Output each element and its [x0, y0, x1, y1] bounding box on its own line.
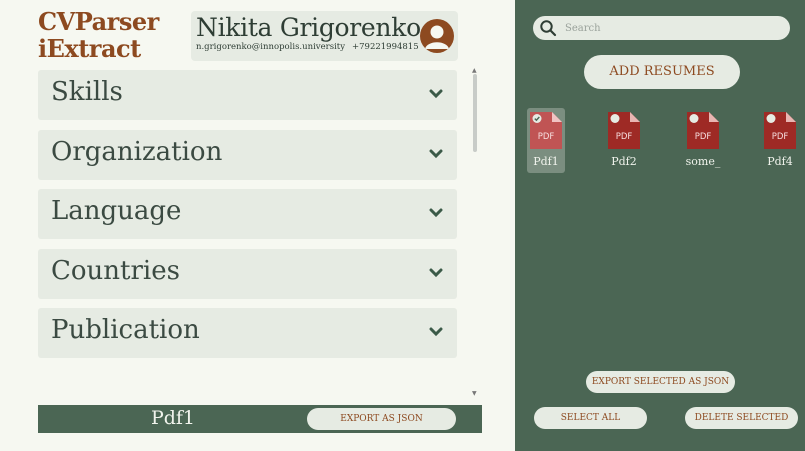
- chevron-down-icon: [429, 268, 443, 278]
- chevron-down-icon: [429, 327, 443, 337]
- section-skills[interactable]: Skills: [38, 70, 457, 120]
- chevron-down-icon: [429, 89, 443, 99]
- section-organization[interactable]: Organization: [38, 130, 457, 180]
- section-label: Organization: [51, 137, 223, 167]
- pdf-file-icon: PDF: [764, 112, 796, 149]
- export-json-button[interactable]: EXPORT AS JSON: [307, 408, 456, 430]
- search-bar: [533, 16, 790, 40]
- section-language[interactable]: Language: [38, 189, 457, 239]
- pdf-file-icon: PDF: [530, 112, 562, 149]
- file-item-pdf1[interactable]: PDF Pdf1: [527, 108, 565, 173]
- export-selected-button[interactable]: EXPORT SELECTED AS JSON: [586, 371, 735, 393]
- file-item-pdf2[interactable]: PDF Pdf2: [605, 108, 643, 173]
- pdf-file-icon: PDF: [687, 112, 719, 149]
- section-label: Countries: [51, 256, 180, 286]
- user-name: Nikita Grigorenko: [196, 13, 421, 42]
- file-label: Pdf1: [533, 155, 559, 168]
- section-label: Publication: [51, 315, 200, 345]
- profile-card: Nikita Grigorenko n.grigorenko@innopolis…: [191, 11, 458, 61]
- user-phone: +79221994815: [352, 42, 419, 52]
- pdf-badge: PDF: [616, 132, 633, 142]
- file-grid: PDF Pdf1 PDF Pdf2 PDF some_ PDF Pdf4: [515, 108, 805, 178]
- add-resumes-button[interactable]: ADD RESUMES: [584, 55, 740, 89]
- pdf-badge: PDF: [538, 132, 555, 142]
- delete-selected-button[interactable]: DELETE SELECTED: [685, 407, 798, 429]
- pdf-badge: PDF: [695, 132, 712, 142]
- file-item-some[interactable]: PDF some_: [684, 108, 722, 173]
- user-contact: n.grigorenko@innopolis.university +792219…: [196, 42, 419, 52]
- left-panel: CVParser iExtract Nikita Grigorenko n.gr…: [0, 0, 515, 451]
- scrollbar-thumb[interactable]: [473, 74, 477, 152]
- app-logo: CVParser iExtract: [38, 8, 159, 62]
- logo-line-2: iExtract: [38, 34, 141, 63]
- select-all-button[interactable]: SELECT ALL: [534, 407, 647, 429]
- chevron-down-icon: [429, 149, 443, 159]
- section-countries[interactable]: Countries: [38, 249, 457, 299]
- section-scrollbar[interactable]: ▲ ▼: [470, 68, 480, 397]
- logo-line-1: CVParser: [38, 7, 159, 36]
- file-item-pdf4[interactable]: PDF Pdf4: [761, 108, 799, 173]
- scroll-down-arrow-icon[interactable]: ▼: [472, 391, 477, 397]
- section-publication[interactable]: Publication: [38, 308, 457, 358]
- search-input[interactable]: [565, 19, 775, 37]
- pdf-file-icon: PDF: [608, 112, 640, 149]
- user-avatar-icon[interactable]: [420, 19, 454, 53]
- file-label: Pdf4: [767, 155, 793, 168]
- current-file-name: Pdf1: [150, 407, 196, 429]
- right-panel: ADD RESUMES PDF Pdf1 PDF Pdf2: [515, 0, 805, 451]
- section-label: Skills: [51, 77, 123, 107]
- search-icon: [540, 20, 557, 37]
- file-label: Pdf2: [611, 155, 637, 168]
- user-email: n.grigorenko@innopolis.university: [196, 42, 345, 52]
- chevron-down-icon: [429, 208, 443, 218]
- pdf-badge: PDF: [772, 132, 789, 142]
- section-label: Language: [51, 196, 182, 226]
- file-label: some_: [685, 155, 721, 168]
- current-file-bar: Pdf1 EXPORT AS JSON: [38, 405, 482, 433]
